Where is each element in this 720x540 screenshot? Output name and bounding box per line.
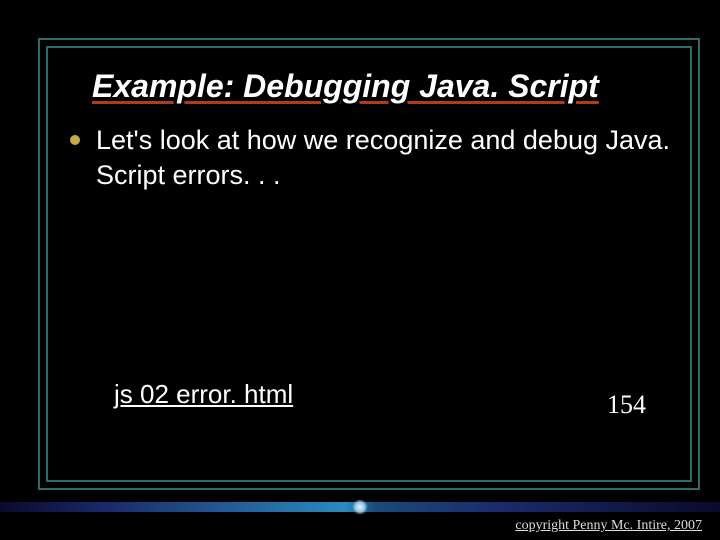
decorative-glow — [352, 499, 368, 515]
file-link[interactable]: js 02 error. html — [114, 379, 293, 410]
copyright-text: copyright Penny Mc. Intire, 2007 — [515, 518, 702, 534]
list-item: Let's look at how we recognize and debug… — [62, 123, 672, 193]
slide-content: Example: Debugging Java. Script Let's lo… — [62, 58, 672, 462]
slide-title: Example: Debugging Java. Script — [92, 68, 672, 105]
bullet-list: Let's look at how we recognize and debug… — [62, 123, 672, 193]
slide-frame: Example: Debugging Java. Script Let's lo… — [8, 8, 712, 502]
bullet-icon — [70, 135, 80, 145]
page-number: 154 — [607, 390, 646, 420]
bullet-text: Let's look at how we recognize and debug… — [96, 125, 670, 190]
